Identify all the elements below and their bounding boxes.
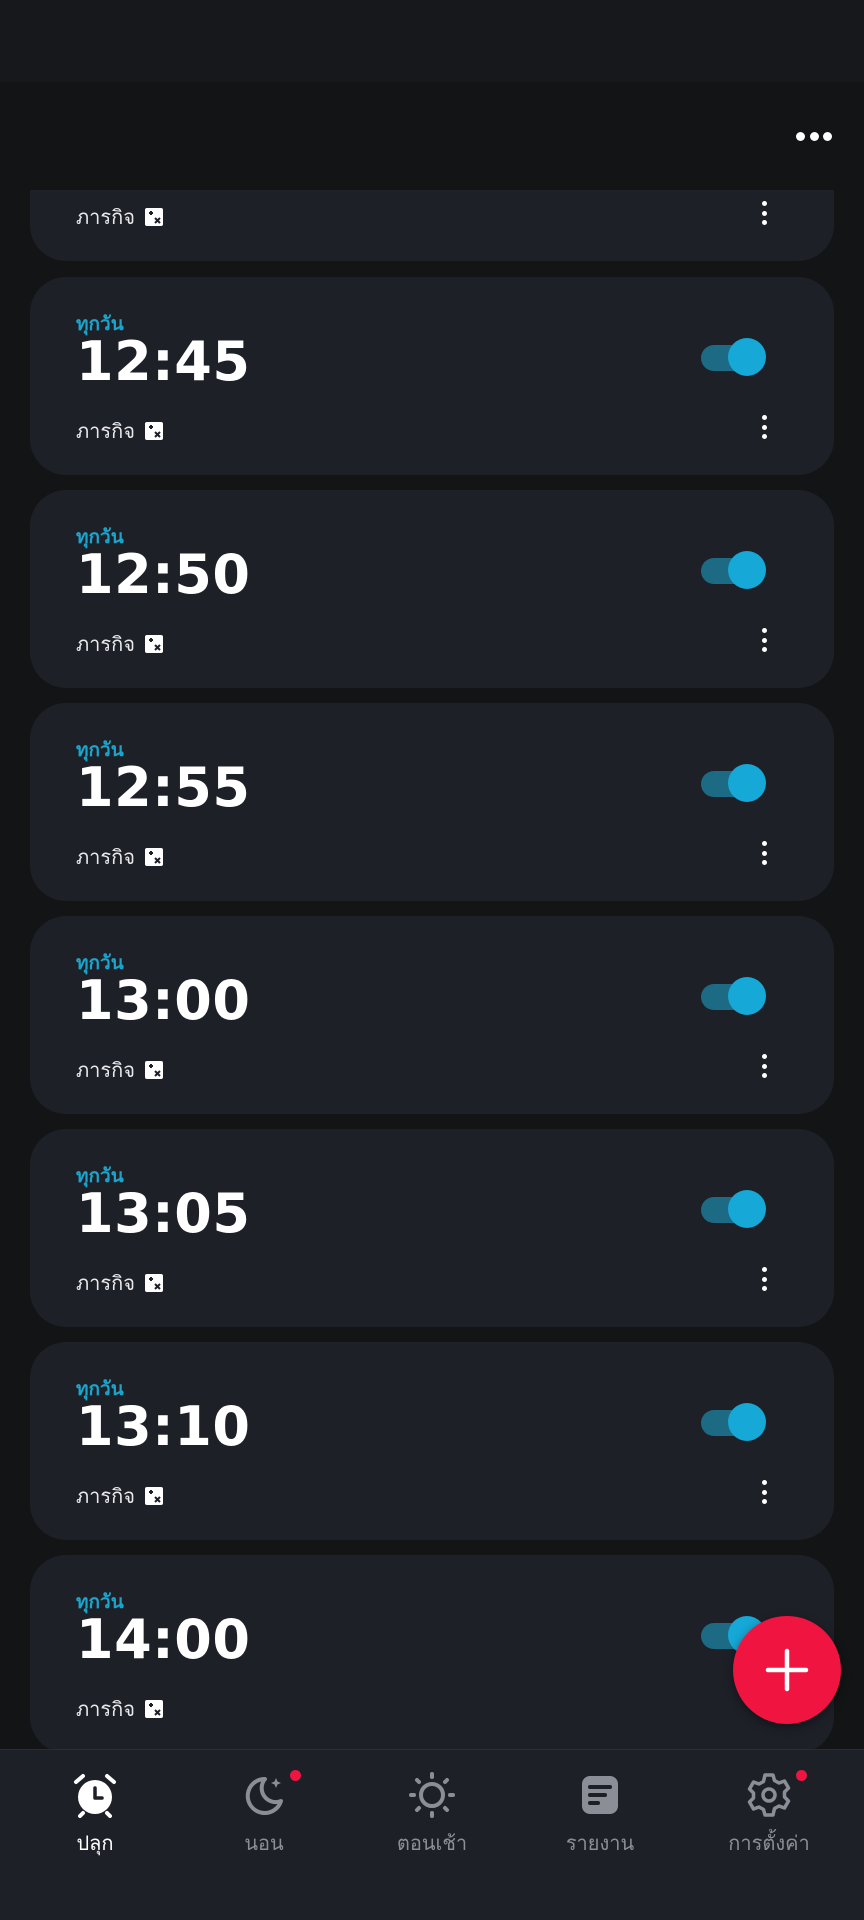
alarm-toggle[interactable]: [701, 1402, 767, 1442]
top-app-bar: [0, 82, 864, 190]
nav-item-morning[interactable]: ตอนเช้า: [346, 1750, 518, 1860]
alarm-time: 13:10: [76, 1395, 251, 1458]
alarm-time: 12:55: [76, 756, 251, 819]
alarm-label: ภารกิจ: [76, 845, 135, 869]
nav-label: การตั้งค่า: [728, 1831, 810, 1855]
nav-item-report[interactable]: รายงาน: [514, 1750, 686, 1860]
alarm-menu-button[interactable]: [752, 1264, 776, 1294]
alarm-time: 12:45: [76, 330, 251, 393]
alarm-label: ภารกิจ: [76, 632, 135, 656]
mission-icon: [144, 208, 163, 226]
nav-label: รายงาน: [565, 1831, 635, 1855]
status-bar: [0, 0, 864, 82]
alarm-toggle[interactable]: [701, 976, 767, 1016]
alarm-menu-button[interactable]: [752, 1477, 776, 1507]
alarm-label: ภารกิจ: [76, 419, 135, 443]
notification-dot: [290, 1770, 301, 1781]
alarm-toggle[interactable]: [701, 337, 767, 377]
more-horizontal-icon: [796, 131, 805, 141]
nav-label: นอน: [244, 1831, 284, 1855]
alarm-label: ภารกิจ: [76, 205, 135, 229]
alarm-card[interactable]: ทุกวัน 13:10 ภารกิจ: [30, 1342, 834, 1540]
report-icon: [582, 1776, 618, 1814]
moon-icon: [245, 1776, 283, 1815]
alarm-card[interactable]: ทุกวัน 12:50 ภารกิจ: [30, 490, 834, 688]
alarm-label: ภารกิจ: [76, 1484, 135, 1508]
alarm-menu-button[interactable]: [752, 625, 776, 655]
alarm-time: 13:05: [76, 1182, 251, 1245]
sun-icon: [409, 1772, 455, 1818]
mission-icon: [144, 1487, 163, 1505]
alarm-time: 14:00: [76, 1608, 251, 1671]
bottom-navigation: ปลุก นอน ตอนเช้า รายงาน การตั้งค่า: [0, 1749, 864, 1920]
gear-icon: [747, 1773, 791, 1817]
alarm-card[interactable]: ทุกวัน 14:00 ภารกิจ: [30, 1555, 834, 1749]
alarm-card[interactable]: ทุกวัน 12:45 ภารกิจ: [30, 277, 834, 475]
alarm-clock-icon: [74, 1774, 116, 1818]
nav-item-sleep[interactable]: นอน: [178, 1750, 350, 1860]
nav-item-settings[interactable]: การตั้งค่า: [683, 1750, 855, 1860]
mission-icon: [144, 1274, 163, 1292]
alarm-menu-button[interactable]: [752, 1051, 776, 1081]
nav-label: ปลุก: [76, 1831, 114, 1855]
notification-dot: [796, 1770, 807, 1781]
alarm-card[interactable]: ภารกิจ: [30, 190, 834, 261]
nav-item-alarm[interactable]: ปลุก: [9, 1750, 181, 1860]
more-options-button[interactable]: [796, 126, 832, 146]
alarm-card[interactable]: ทุกวัน 13:05 ภารกิจ: [30, 1129, 834, 1327]
alarm-card[interactable]: ทุกวัน 13:00 ภารกิจ: [30, 916, 834, 1114]
alarm-card[interactable]: ทุกวัน 12:55 ภารกิจ: [30, 703, 834, 901]
alarm-toggle[interactable]: [701, 763, 767, 803]
alarm-time: 12:50: [76, 543, 251, 606]
alarm-toggle[interactable]: [701, 1189, 767, 1229]
alarm-menu-button[interactable]: [752, 198, 776, 228]
mission-icon: [144, 1061, 163, 1079]
mission-icon: [144, 635, 163, 653]
alarm-label: ภารกิจ: [76, 1058, 135, 1082]
alarm-app: ภารกิจ ทุกวัน 12:45 ภารกิจ ทุกวัน 12:50 …: [0, 0, 864, 1920]
alarm-label: ภารกิจ: [76, 1697, 135, 1721]
alarm-toggle[interactable]: [701, 550, 767, 590]
alarm-menu-button[interactable]: [752, 412, 776, 442]
mission-icon: [144, 1700, 163, 1718]
nav-label: ตอนเช้า: [396, 1831, 468, 1855]
mission-icon: [144, 422, 163, 440]
alarm-list[interactable]: ภารกิจ ทุกวัน 12:45 ภารกิจ ทุกวัน 12:50 …: [0, 190, 864, 1749]
alarm-label: ภารกิจ: [76, 1271, 135, 1295]
plus-icon: [765, 1648, 809, 1692]
alarm-menu-button[interactable]: [752, 838, 776, 868]
alarm-time: 13:00: [76, 969, 251, 1032]
add-alarm-button[interactable]: [733, 1616, 841, 1724]
mission-icon: [144, 848, 163, 866]
